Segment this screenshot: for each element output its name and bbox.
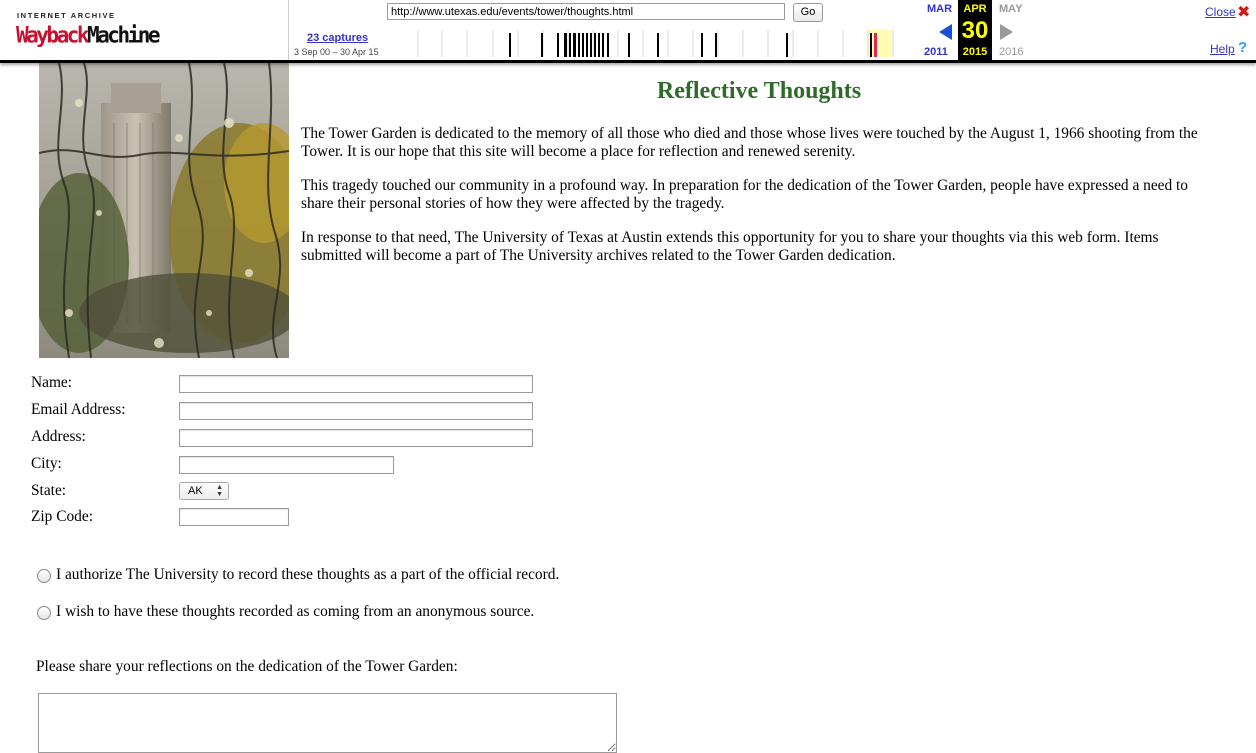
capture-tick: [509, 33, 511, 57]
capture-range: 3 Sep 00 – 30 Apr 15: [294, 47, 379, 57]
current-day: 30: [961, 17, 989, 44]
help-icon[interactable]: ?: [1238, 39, 1247, 56]
reflections-textarea[interactable]: [38, 693, 617, 753]
name-field[interactable]: [179, 375, 533, 393]
capture-tick: [569, 33, 571, 57]
capture-tick: [628, 33, 630, 57]
capture-tick: [607, 33, 609, 57]
capture-tick: [870, 33, 872, 57]
zip-label: Zip Code:: [31, 508, 93, 525]
zip-field[interactable]: [179, 508, 289, 526]
prev-year-link[interactable]: 2011: [924, 46, 948, 58]
sparkline-year-dividers: [417, 30, 894, 57]
name-label: Name:: [31, 374, 73, 391]
anonymous-radio[interactable]: [37, 606, 51, 620]
toolbar-divider: [288, 0, 289, 60]
capture-tick: [590, 33, 592, 57]
capture-tick: [578, 33, 580, 57]
next-month-label: MAY: [999, 3, 1023, 15]
address-field[interactable]: [179, 429, 533, 447]
current-month: APR: [963, 3, 987, 15]
tower-reflection-illustration: [39, 63, 289, 358]
logo-wordmark: WaybackMachine: [16, 22, 161, 48]
go-button[interactable]: Go: [793, 3, 823, 22]
current-year: 2015: [962, 46, 988, 58]
url-input[interactable]: [387, 3, 785, 20]
state-label: State:: [31, 482, 67, 499]
city-label: City:: [31, 455, 62, 472]
state-select-value: AK: [188, 485, 203, 497]
prev-capture-arrow-icon[interactable]: [939, 24, 952, 40]
capture-tick: [586, 33, 588, 57]
next-capture-arrow-icon: [1000, 24, 1013, 40]
wayback-logo[interactable]: INTERNET ARCHIVE WaybackMachine: [14, 8, 161, 52]
email-label: Email Address:: [31, 401, 126, 418]
capture-tick: [564, 33, 567, 57]
tower-reflection-photo: [39, 63, 289, 358]
capture-tick: [594, 33, 596, 57]
capture-tick: [701, 33, 703, 57]
authorize-radio-label: I authorize The University to record the…: [56, 566, 560, 583]
sparkline-current-capture: [874, 33, 877, 57]
state-select[interactable]: AK ▲ ▼: [179, 482, 229, 500]
capture-tick: [786, 33, 788, 57]
select-arrows-icon: ▲ ▼: [216, 484, 223, 498]
next-year-label: 2016: [999, 46, 1024, 58]
capture-tick: [541, 33, 543, 57]
city-field[interactable]: [179, 456, 394, 474]
close-icon[interactable]: ✖: [1237, 2, 1250, 22]
capture-tick: [582, 33, 584, 57]
anonymous-radio-label: I wish to have these thoughts recorded a…: [56, 603, 535, 620]
capture-sparkline[interactable]: [392, 28, 922, 58]
close-link[interactable]: Close: [1205, 5, 1236, 19]
captures-link[interactable]: 23 captures: [307, 32, 368, 44]
page-title: Reflective Thoughts: [656, 78, 862, 104]
wayback-toolbar: INTERNET ARCHIVE WaybackMachine Go 23 ca…: [0, 0, 1256, 63]
help-link[interactable]: Help: [1210, 42, 1235, 56]
capture-tick: [715, 33, 717, 57]
email-field[interactable]: [179, 402, 533, 420]
capture-tick: [657, 33, 659, 57]
capture-tick: [557, 33, 559, 57]
logo-internet-archive: INTERNET ARCHIVE: [17, 11, 116, 20]
current-capture-date: APR 30 2015: [958, 0, 992, 60]
reflections-prompt: Please share your reflections on the ded…: [36, 658, 458, 675]
capture-tick: [573, 33, 576, 57]
capture-tick: [602, 33, 604, 57]
address-label: Address:: [31, 428, 86, 445]
authorize-radio[interactable]: [37, 569, 51, 583]
capture-tick: [598, 33, 600, 57]
community-paragraph: This tragedy touched our community in a …: [301, 177, 1189, 212]
prev-month-link[interactable]: MAR: [927, 3, 952, 15]
response-paragraph: In response to that need, The University…: [301, 229, 1159, 264]
intro-paragraph: The Tower Garden is dedicated to the mem…: [301, 125, 1198, 160]
